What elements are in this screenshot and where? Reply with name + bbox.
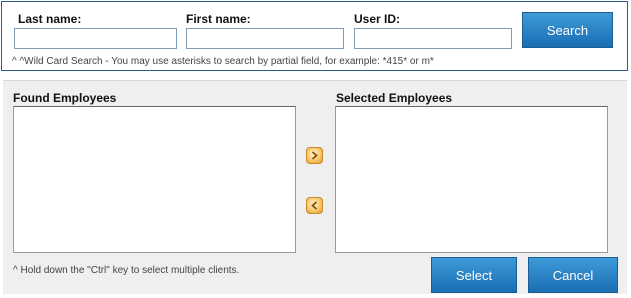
first-name-input[interactable] <box>186 28 344 49</box>
found-employees-label: Found Employees <box>13 91 117 105</box>
remove-selected-button[interactable] <box>306 197 323 214</box>
first-name-label: First name: <box>186 12 251 26</box>
chevron-right-icon <box>311 151 318 160</box>
user-id-input[interactable] <box>354 28 512 49</box>
employee-lists-panel: Found Employees Selected Employees ^ Hol… <box>3 80 627 294</box>
selected-employees-label: Selected Employees <box>336 91 453 105</box>
last-name-label: Last name: <box>18 12 82 26</box>
found-employees-list[interactable] <box>13 106 296 253</box>
select-button[interactable]: Select <box>431 257 517 293</box>
cancel-button[interactable]: Cancel <box>528 257 618 293</box>
selected-employees-list[interactable] <box>335 106 608 253</box>
ctrl-select-hint: ^ Hold down the "Ctrl" key to select mul… <box>13 265 240 276</box>
search-panel: Last name: First name: User ID: Search ^… <box>1 1 628 71</box>
last-name-input[interactable] <box>14 28 177 49</box>
search-button[interactable]: Search <box>522 12 613 48</box>
add-selected-button[interactable] <box>306 147 323 164</box>
user-id-label: User ID: <box>354 12 401 26</box>
wildcard-search-hint: ^ ^Wild Card Search - You may use asteri… <box>12 56 434 67</box>
chevron-left-icon <box>311 201 318 210</box>
